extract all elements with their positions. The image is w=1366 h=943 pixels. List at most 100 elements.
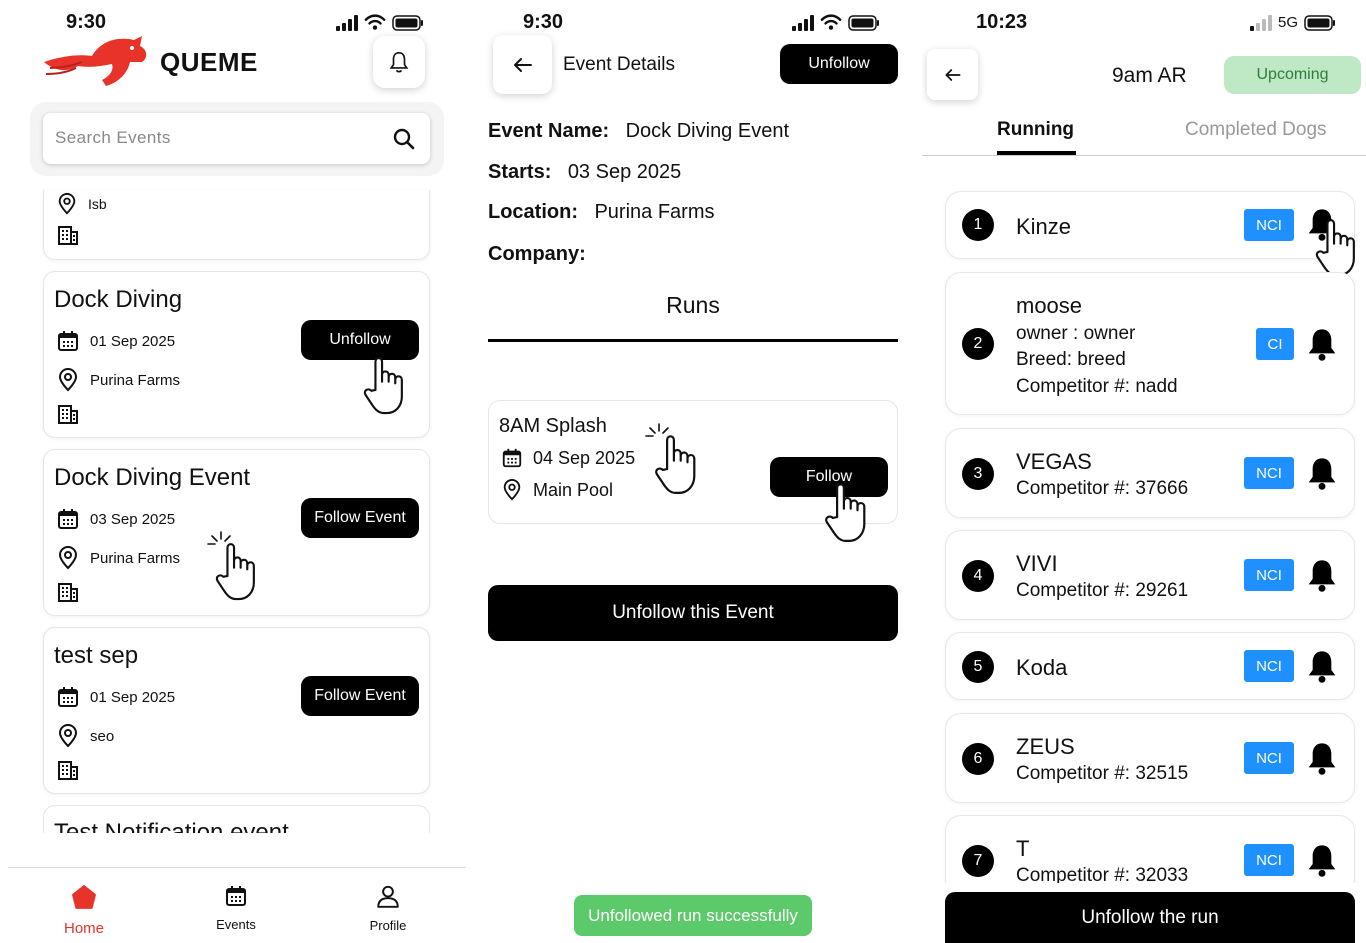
event-location-value: Purina Farms (594, 201, 715, 223)
run-dogs-screen: 10:23 5G 9am AR Upcoming Running Complet… (922, 0, 1366, 943)
building-icon (56, 402, 80, 426)
follow-event-button[interactable]: Follow Event (301, 676, 419, 716)
class-badge: NCI (1244, 559, 1294, 591)
dog-card[interactable]: 4 VIVI Competitor #: 29261 NCI (945, 530, 1355, 620)
battery-icon (392, 15, 424, 31)
nav-profile[interactable]: Profile (348, 883, 428, 939)
bell-icon[interactable] (1306, 557, 1338, 593)
event-title: Test Notification event (54, 819, 289, 833)
dog-detail: owner : owner (1016, 323, 1136, 344)
tab-completed[interactable]: Completed Dogs (1185, 119, 1327, 141)
event-card-partial[interactable]: Isb (43, 190, 430, 260)
event-name-value: Dock Diving Event (625, 120, 790, 142)
calendar-icon (56, 507, 80, 531)
building-icon (56, 223, 80, 247)
class-badge: NCI (1244, 209, 1294, 241)
bell-icon[interactable] (1306, 740, 1338, 776)
run-location: Main Pool (533, 479, 614, 500)
network-label: 5G (1278, 14, 1299, 31)
wifi-icon (364, 14, 386, 31)
back-button[interactable] (493, 35, 552, 94)
dog-name: ZEUS (1016, 734, 1075, 759)
tap-hand-icon (208, 538, 270, 604)
runs-heading[interactable]: Runs (488, 292, 898, 319)
back-arrow-icon (511, 53, 535, 77)
signal-icon (336, 15, 358, 31)
search-input[interactable]: Search Events (43, 113, 430, 164)
nav-events[interactable]: Events (196, 884, 276, 940)
event-company-row: Company: (488, 243, 586, 266)
dog-number: 2 (962, 328, 994, 360)
event-date: 01 Sep 2025 (90, 688, 176, 706)
unfollow-run-button[interactable]: Unfollow the run (945, 892, 1355, 943)
class-badge: NCI (1244, 742, 1294, 774)
event-name-row: Event Name: Dock Diving Event (488, 120, 789, 143)
tap-hand-icon (1310, 214, 1366, 280)
notifications-button[interactable] (373, 36, 425, 88)
event-card[interactable]: test sep 01 Sep 2025 seo Follow Event (43, 627, 430, 794)
wifi-icon (820, 14, 842, 31)
battery-icon (1304, 15, 1336, 31)
event-starts-label: Starts: (488, 161, 552, 183)
dog-card[interactable]: 6 ZEUS Competitor #: 32515 NCI (945, 713, 1355, 803)
event-location-row: Location: Purina Farms (488, 201, 714, 224)
bell-icon[interactable] (1306, 842, 1338, 878)
bell-icon[interactable] (1306, 326, 1338, 362)
dog-detail: Competitor #: 37666 (1016, 478, 1189, 499)
event-location: Isb (88, 196, 107, 212)
calendar-icon (501, 447, 523, 469)
dog-detail: Competitor #: 32033 (1016, 865, 1189, 883)
dog-name: T (1016, 836, 1030, 861)
dog-card[interactable]: 3 VEGAS Competitor #: 37666 NCI (945, 428, 1355, 518)
event-date: 01 Sep 2025 (90, 332, 176, 350)
signal-icon (792, 15, 814, 31)
nav-home[interactable]: Home (44, 882, 124, 940)
tab-running[interactable]: Running (997, 119, 1074, 141)
home-screen: 9:30 QUEME Search Events Isb Dock Diving… (0, 0, 466, 943)
event-starts-row: Starts: 03 Sep 2025 (488, 161, 681, 184)
dog-card[interactable]: 2 moose owner : owner Breed: breed Compe… (945, 272, 1355, 415)
event-location: Purina Farms (90, 371, 181, 389)
dog-card-clip: 7 T Competitor #: 32033 NCI (922, 815, 1366, 883)
run-title: 8AM Splash (499, 415, 607, 437)
event-name-label: Event Name: (488, 120, 610, 142)
page-title: Event Details (563, 54, 675, 75)
status-icons (336, 14, 424, 31)
dog-card[interactable]: 1 Kinze NCI (945, 191, 1355, 259)
calendar-icon (56, 329, 80, 353)
event-location-label: Location: (488, 201, 578, 223)
bell-icon[interactable] (1306, 648, 1338, 684)
dog-number: 1 (962, 209, 994, 241)
status-icons: 5G (1250, 14, 1336, 31)
back-button[interactable] (927, 49, 978, 100)
bell-icon[interactable] (1306, 455, 1338, 491)
battery-icon (848, 15, 880, 31)
location-pin-icon (501, 479, 523, 501)
dog-card[interactable]: 5 Koda NCI (945, 632, 1355, 700)
run-date: 04 Sep 2025 (533, 447, 636, 468)
unfollow-event-button[interactable]: Unfollow this Event (488, 585, 898, 641)
search-icon[interactable] (392, 127, 416, 151)
run-title: 9am AR (1112, 64, 1187, 87)
follow-event-button[interactable]: Follow Event (301, 498, 419, 538)
event-location: Purina Farms (90, 549, 181, 567)
nav-divider (8, 867, 466, 868)
status-time: 10:23 (976, 11, 1028, 33)
event-date: 03 Sep 2025 (90, 510, 176, 528)
queme-logo-icon (44, 36, 147, 86)
status-time: 9:30 (66, 11, 107, 33)
runs-tab-underline (488, 339, 898, 342)
event-starts-value: 03 Sep 2025 (567, 161, 682, 183)
class-badge: NCI (1244, 844, 1294, 876)
dog-number: 6 (962, 743, 994, 775)
dog-number: 4 (962, 560, 994, 592)
calendar-icon (56, 685, 80, 709)
event-card-partial[interactable]: Test Notification event (43, 805, 430, 833)
home-icon (72, 885, 96, 909)
dog-card[interactable]: 7 T Competitor #: 32033 NCI (945, 815, 1355, 883)
event-location: seo (90, 727, 115, 745)
location-pin-icon (56, 193, 78, 215)
dog-number: 3 (962, 458, 994, 490)
unfollow-button[interactable]: Unfollow (780, 44, 898, 84)
nav-profile-label: Profile (369, 918, 407, 933)
